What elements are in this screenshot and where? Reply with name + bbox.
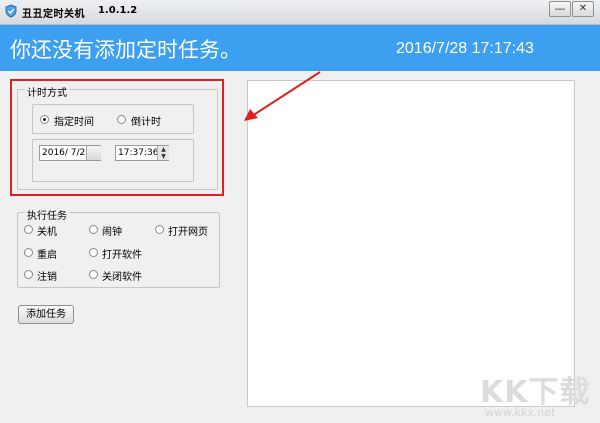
radio-open-webpage-label: 打开网页 bbox=[168, 227, 208, 238]
radio-close-software[interactable] bbox=[89, 270, 98, 279]
app-version: 1.0.1.2 bbox=[98, 5, 138, 16]
minimize-button[interactable]: — bbox=[549, 1, 571, 17]
title-bar bbox=[0, 0, 600, 25]
current-datetime: 2016/7/28 17:17:43 bbox=[396, 40, 534, 57]
task-legend: 执行任务 bbox=[25, 207, 69, 222]
close-button[interactable]: ✕ bbox=[572, 1, 594, 17]
radio-logoff-label: 注销 bbox=[37, 272, 57, 283]
status-text: 你还没有添加定时任务。 bbox=[10, 38, 241, 62]
window-title: 丑丑定时关机 bbox=[22, 9, 85, 20]
task-list-panel[interactable] bbox=[247, 80, 575, 407]
radio-open-webpage[interactable] bbox=[155, 225, 164, 234]
add-task-button[interactable]: 添加任务 bbox=[18, 305, 74, 324]
radio-alarm-label: 闹钟 bbox=[102, 227, 122, 238]
highlight-box bbox=[10, 79, 224, 196]
watermark-logo: KK下载 bbox=[480, 375, 591, 410]
watermark-url: www.kkx.net bbox=[485, 406, 556, 419]
radio-open-software[interactable] bbox=[89, 248, 98, 257]
annotation-arrow-icon bbox=[244, 71, 321, 121]
radio-shutdown-label: 关机 bbox=[37, 227, 57, 238]
radio-restart[interactable] bbox=[24, 248, 33, 257]
radio-close-software-label: 关闭软件 bbox=[102, 272, 142, 283]
radio-alarm[interactable] bbox=[89, 225, 98, 234]
radio-open-software-label: 打开软件 bbox=[102, 250, 142, 261]
radio-restart-label: 重启 bbox=[37, 250, 57, 261]
radio-logoff[interactable] bbox=[24, 270, 33, 279]
radio-shutdown[interactable] bbox=[24, 225, 33, 234]
app-shield-icon bbox=[5, 4, 17, 18]
